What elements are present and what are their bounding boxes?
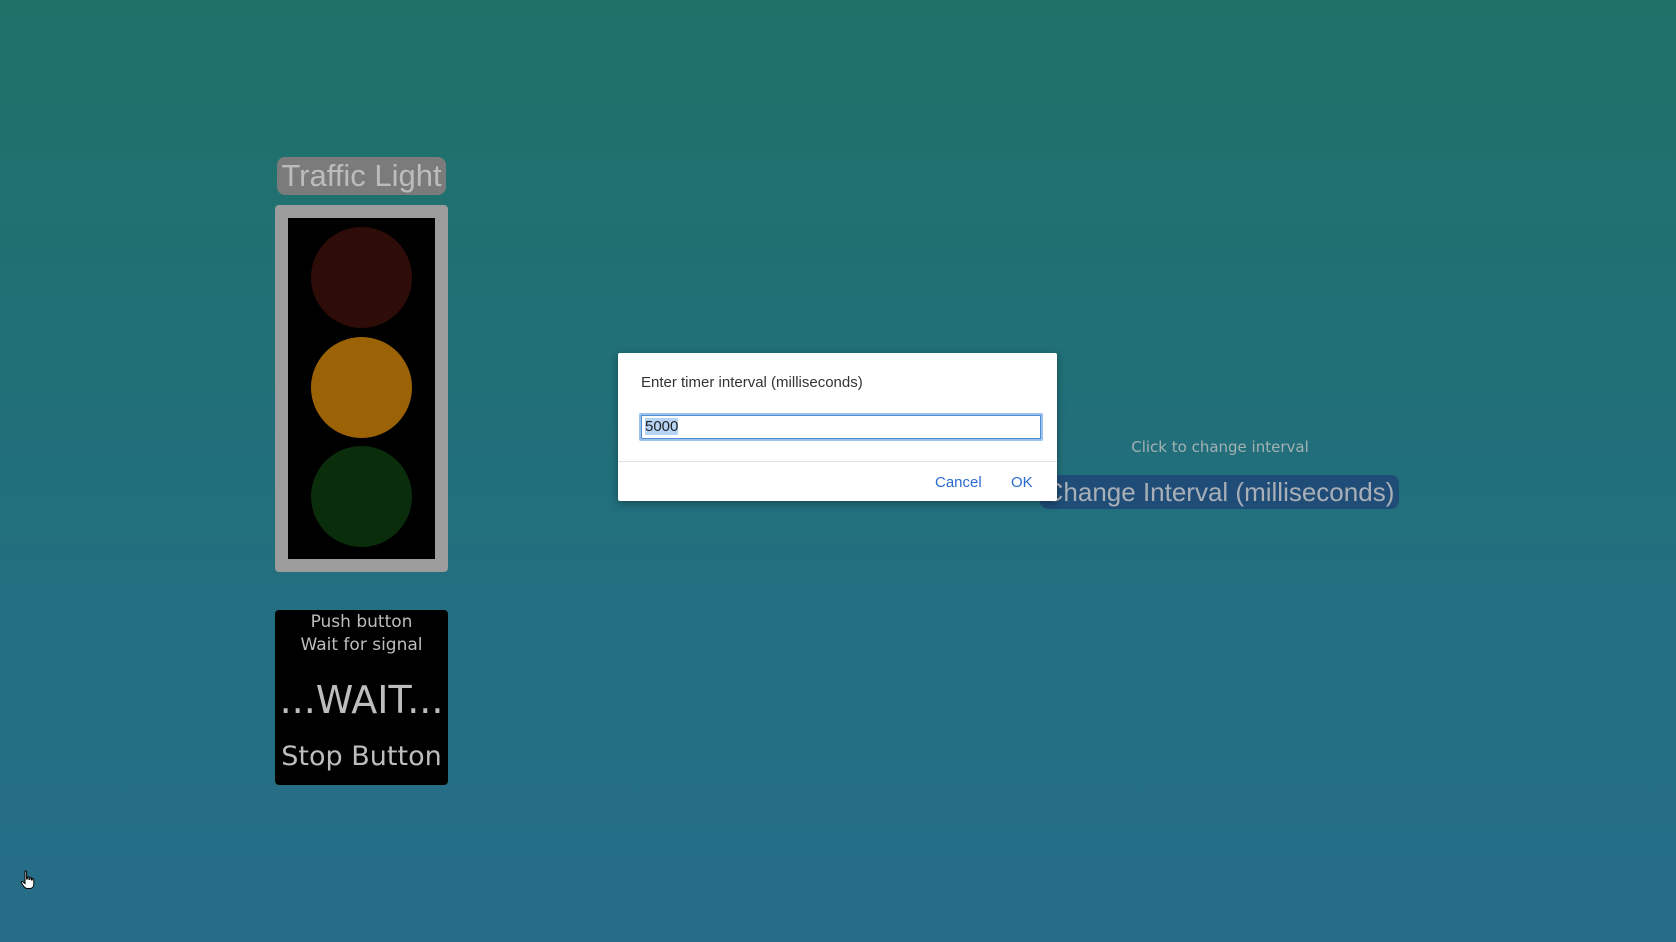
hand-pointer-icon bbox=[20, 870, 36, 890]
interval-input-value: 5000 bbox=[645, 418, 679, 435]
traffic-light bbox=[275, 205, 448, 572]
push-button-instruction: Push button bbox=[310, 612, 413, 632]
traffic-light-title: Traffic Light bbox=[277, 157, 446, 195]
pedestrian-panel: Push button Wait for signal ...WAIT... S… bbox=[275, 610, 448, 785]
cancel-button[interactable]: Cancel bbox=[935, 473, 982, 493]
traffic-light-face bbox=[288, 218, 435, 559]
green-lamp bbox=[311, 446, 412, 547]
amber-lamp bbox=[311, 337, 412, 438]
dialog-divider bbox=[618, 461, 1057, 462]
interval-prompt-dialog: Enter timer interval (milliseconds) 5000… bbox=[618, 353, 1057, 501]
stop-button[interactable]: Stop Button bbox=[275, 740, 448, 774]
change-interval-hint: Click to change interval bbox=[1131, 438, 1309, 456]
red-lamp bbox=[311, 227, 412, 328]
ok-button[interactable]: OK bbox=[1011, 473, 1033, 493]
interval-input[interactable]: 5000 bbox=[639, 413, 1043, 441]
change-interval-button[interactable]: Change Interval (milliseconds) bbox=[1040, 475, 1399, 509]
dialog-message: Enter timer interval (milliseconds) bbox=[641, 374, 863, 391]
wait-instruction: Wait for signal bbox=[300, 635, 423, 655]
wait-status: ...WAIT... bbox=[279, 678, 444, 722]
